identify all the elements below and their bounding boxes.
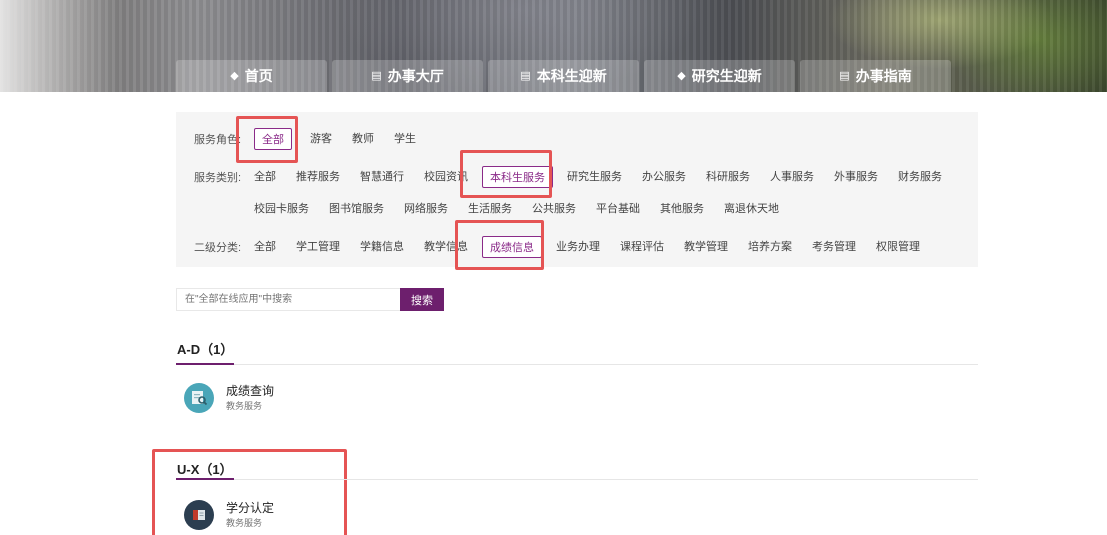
- main-nav: ◆ 首页 ▤ 办事大厅 ▤ 本科生迎新 ◆ 研究生迎新 ▤ 办事指南: [176, 60, 951, 92]
- category-option[interactable]: 智慧通行: [360, 166, 404, 188]
- category-option[interactable]: 网络服务: [404, 198, 448, 220]
- role-filter-row: 服务角色: 全部 游客 教师 学生: [194, 126, 436, 152]
- highlight-box-subcategory: [455, 220, 544, 270]
- subcategory-option[interactable]: 业务办理: [556, 236, 600, 258]
- app-item-grade-query[interactable]: 成绩查询 教务服务: [184, 383, 274, 413]
- section-divider: [176, 479, 978, 480]
- category-option[interactable]: 校园卡服务: [254, 198, 309, 220]
- app-name: 学分认定: [226, 501, 275, 515]
- highlight-box-category: [460, 150, 552, 198]
- subcategory-option[interactable]: 学工管理: [296, 236, 340, 258]
- subcategory-filter-row: 二级分类: 全部 学工管理 学籍信息 教学信息 成绩信息 业务办理 课程评估 教…: [194, 234, 940, 260]
- app-category: 教务服务: [226, 518, 263, 528]
- subcategory-option[interactable]: 培养方案: [748, 236, 792, 258]
- header-banner: ◆ 首页 ▤ 办事大厅 ▤ 本科生迎新 ◆ 研究生迎新 ▤ 办事指南: [0, 0, 1107, 92]
- search-input[interactable]: [176, 288, 400, 311]
- banner-fade: [0, 0, 120, 92]
- category-option[interactable]: 生活服务: [468, 198, 512, 220]
- category-option[interactable]: 办公服务: [642, 166, 686, 188]
- tab-service-hall[interactable]: ▤ 办事大厅: [332, 60, 483, 92]
- subcategory-option[interactable]: 全部: [254, 236, 276, 258]
- category-option[interactable]: 外事服务: [834, 166, 878, 188]
- tab-label: 办事指南: [855, 68, 912, 84]
- app-text: 学分认定 教务服务: [226, 500, 274, 530]
- list-icon: ▤: [520, 69, 531, 82]
- role-option-student[interactable]: 学生: [394, 128, 416, 150]
- subcategory-option[interactable]: 课程评估: [620, 236, 664, 258]
- category-filter-row: 服务类别: 全部 推荐服务 智慧通行 校园资讯 本科生服务 研究生服务 办公服务…: [194, 164, 962, 190]
- search-button[interactable]: 搜索: [400, 288, 444, 311]
- tab-home[interactable]: ◆ 首页: [176, 60, 327, 92]
- category-option[interactable]: 图书馆服务: [329, 198, 384, 220]
- building-icon: ▤: [839, 69, 850, 82]
- section-accent-bar: [176, 363, 234, 365]
- cube-icon: ◆: [230, 69, 239, 82]
- book-icon: [184, 500, 214, 530]
- category-option[interactable]: 推荐服务: [296, 166, 340, 188]
- app-text: 成绩查询 教务服务: [226, 383, 274, 413]
- tab-guide[interactable]: ▤ 办事指南: [800, 60, 951, 92]
- app-category: 教务服务: [226, 401, 263, 411]
- category-filter-row-2: 校园卡服务 图书馆服务 网络服务 生活服务 公共服务 平台基础 其他服务 离退休…: [254, 196, 799, 222]
- subcategory-option[interactable]: 教学管理: [684, 236, 728, 258]
- category-option[interactable]: 其他服务: [660, 198, 704, 220]
- tab-grad-welcome[interactable]: ◆ 研究生迎新: [644, 60, 795, 92]
- category-option[interactable]: 科研服务: [706, 166, 750, 188]
- section-title-u-x: U-X（1）: [177, 462, 233, 477]
- subcategory-option[interactable]: 考务管理: [812, 236, 856, 258]
- subcategory-option[interactable]: 学籍信息: [360, 236, 404, 258]
- role-option-teacher[interactable]: 教师: [352, 128, 374, 150]
- app-item-credit-recognition[interactable]: 学分认定 教务服务: [184, 500, 274, 530]
- category-option[interactable]: 财务服务: [898, 166, 942, 188]
- tab-label: 办事大厅: [387, 68, 444, 84]
- cube-icon: ◆: [677, 69, 686, 82]
- role-option-visitor[interactable]: 游客: [310, 128, 332, 150]
- category-option[interactable]: 全部: [254, 166, 276, 188]
- category-option[interactable]: 人事服务: [770, 166, 814, 188]
- category-option[interactable]: 公共服务: [532, 198, 576, 220]
- category-filter-label: 服务类别:: [194, 172, 242, 184]
- list-icon: ▤: [371, 69, 382, 82]
- section-accent-bar: [176, 478, 234, 480]
- section-title-a-d: A-D（1）: [177, 342, 234, 357]
- tab-label: 首页: [244, 68, 273, 84]
- section-divider: [176, 364, 978, 365]
- tab-label: 本科生迎新: [536, 68, 607, 84]
- magnifier-document-icon: [184, 383, 214, 413]
- category-option[interactable]: 研究生服务: [567, 166, 622, 188]
- highlight-box-role: [236, 116, 298, 163]
- category-option[interactable]: 平台基础: [596, 198, 640, 220]
- tab-undergrad-welcome[interactable]: ▤ 本科生迎新: [488, 60, 639, 92]
- subcategory-option[interactable]: 权限管理: [876, 236, 920, 258]
- tab-label: 研究生迎新: [691, 68, 762, 84]
- category-option[interactable]: 离退休天地: [724, 198, 779, 220]
- subcategory-filter-label: 二级分类:: [194, 242, 242, 254]
- app-name: 成绩查询: [226, 384, 275, 398]
